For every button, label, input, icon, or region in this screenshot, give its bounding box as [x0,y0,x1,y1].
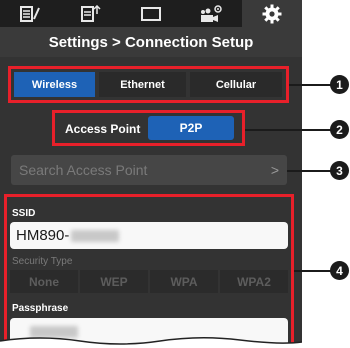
ssid-value: HM890- [16,227,70,244]
security-wpa-option[interactable]: WPA [150,270,218,293]
callout-line-2 [245,129,331,131]
page-title: Settings > Connection Setup [0,27,302,57]
passphrase-label: Passphrase [12,303,69,314]
callout-line-1 [289,84,331,86]
monitor-icon [141,6,162,21]
gear-icon [262,4,282,23]
monitor-tab[interactable] [121,0,181,27]
ssid-label: SSID [12,208,36,219]
camera-settings-icon [201,4,223,22]
security-wep-option[interactable]: WEP [80,270,148,293]
callout-1: 1 [330,75,349,94]
access-point-option[interactable]: Access Point [65,122,140,136]
connection-type-group: Wireless Ethernet Cellular [8,66,289,103]
clip-edit-icon [20,5,41,22]
search-label: Search Access Point [19,162,148,178]
redacted-text [71,229,120,242]
wireless-mode-group: Access Point P2P [52,110,245,146]
clip-edit-tab[interactable] [0,0,60,27]
security-type-label: Security Type [12,256,73,267]
search-access-point-button[interactable]: Search Access Point > [11,155,287,185]
callout-line-4 [294,270,331,272]
callout-3: 3 [330,161,349,180]
wireless-option[interactable]: Wireless [14,72,95,97]
callout-4: 4 [330,261,349,280]
top-tab-bar [0,0,302,27]
torn-edge [0,336,302,348]
ethernet-option[interactable]: Ethernet [99,72,186,97]
callout-2: 2 [330,120,349,139]
p2p-option[interactable]: P2P [148,116,234,140]
security-wpa2-option[interactable]: WPA2 [220,270,288,293]
cellular-option[interactable]: Cellular [190,72,282,97]
chevron-right-icon: > [270,162,279,178]
security-type-group: None WEP WPA WPA2 [10,270,288,293]
clip-upload-tab[interactable] [60,0,120,27]
settings-tab[interactable] [241,0,302,27]
phone-screen: Settings > Connection Setup Wireless Eth… [0,0,302,348]
camera-settings-tab[interactable] [181,0,241,27]
callout-line-3 [287,170,331,172]
security-none-option[interactable]: None [10,270,78,293]
clip-upload-icon [80,4,101,22]
ssid-field[interactable]: HM890- [10,222,288,249]
